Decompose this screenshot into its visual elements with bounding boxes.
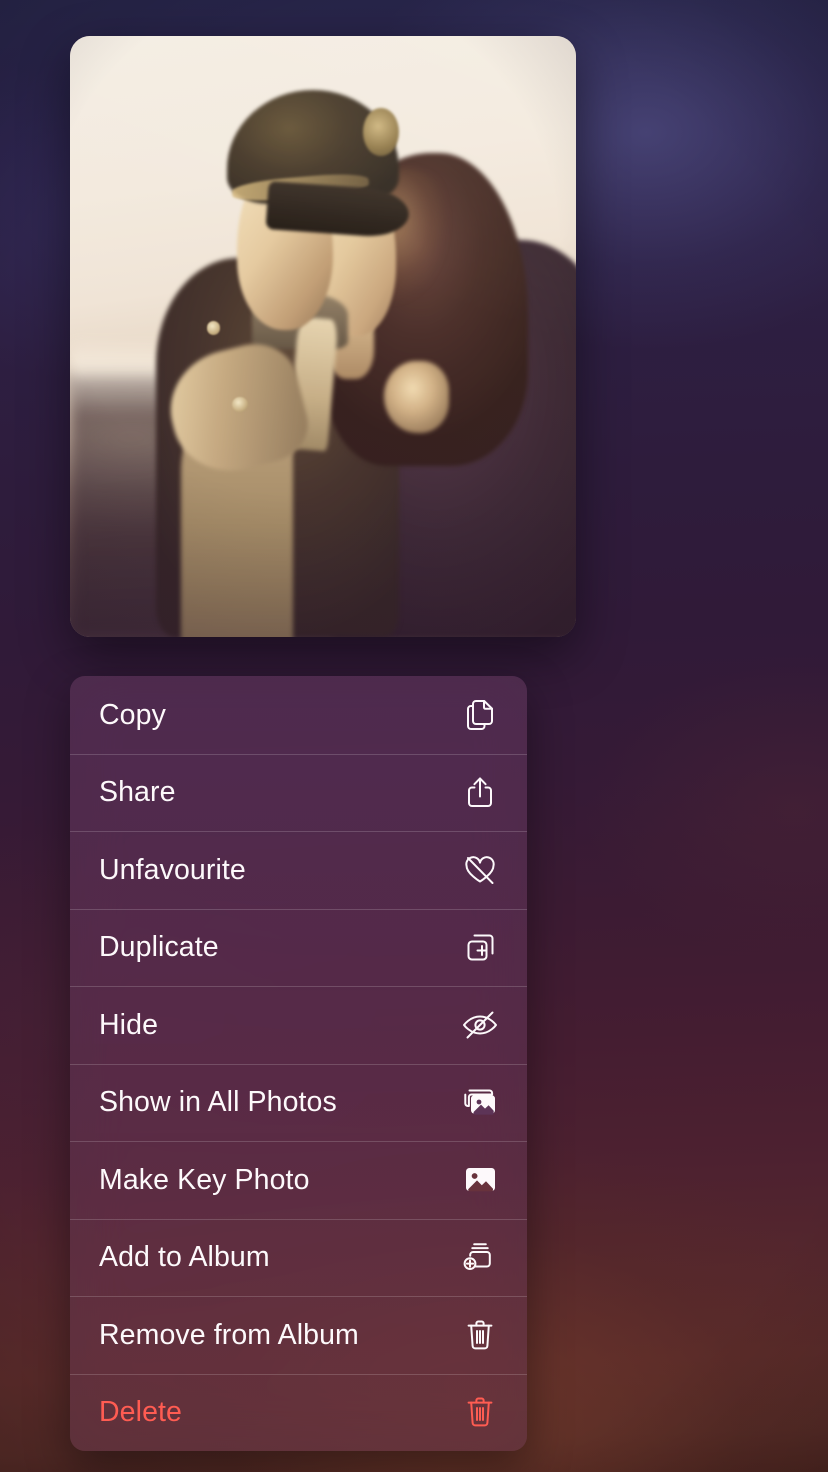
eye-slash-icon [461,1006,499,1044]
menu-item-label: Show in All Photos [99,1086,337,1118]
menu-item-unfavourite[interactable]: Unfavourite [70,831,527,909]
menu-item-label: Share [99,776,176,808]
photo-icon [461,1161,499,1199]
menu-item-label: Remove from Album [99,1318,359,1351]
menu-item-hide[interactable]: Hide [70,986,527,1064]
menu-item-label: Add to Album [99,1241,270,1273]
heart-slash-icon [461,851,499,889]
menu-item-label: Make Key Photo [99,1163,310,1196]
menu-item-share[interactable]: Share [70,753,527,832]
photo-preview[interactable] [70,36,576,637]
share-icon [461,773,499,811]
photo-context-menu: Copy Share Unfavourite Duplicate Hide Sh… [70,676,527,1451]
menu-item-delete[interactable]: Delete [70,1373,527,1452]
menu-item-make-key-photo[interactable]: Make Key Photo [70,1141,527,1219]
menu-item-show-in-all-photos[interactable]: Show in All Photos [70,1063,527,1142]
album-plus-icon [461,1238,499,1276]
phone-screen: Copy Share Unfavourite Duplicate Hide Sh… [0,0,828,1472]
trash-icon [461,1316,499,1354]
copy-icon [461,696,499,734]
menu-item-duplicate[interactable]: Duplicate [70,908,527,987]
menu-item-label: Copy [99,698,166,731]
menu-item-copy[interactable]: Copy [70,676,527,754]
menu-item-label: Duplicate [99,931,219,963]
trash-icon [461,1393,499,1431]
menu-item-label: Unfavourite [99,853,246,886]
menu-item-remove-from-album[interactable]: Remove from Album [70,1296,527,1374]
duplicate-plus-icon [461,928,499,966]
photo-stack-icon [461,1083,499,1121]
photo-vignette [70,36,576,637]
menu-item-label: Hide [99,1008,159,1041]
menu-item-add-to-album[interactable]: Add to Album [70,1218,527,1297]
menu-item-label: Delete [99,1396,182,1428]
